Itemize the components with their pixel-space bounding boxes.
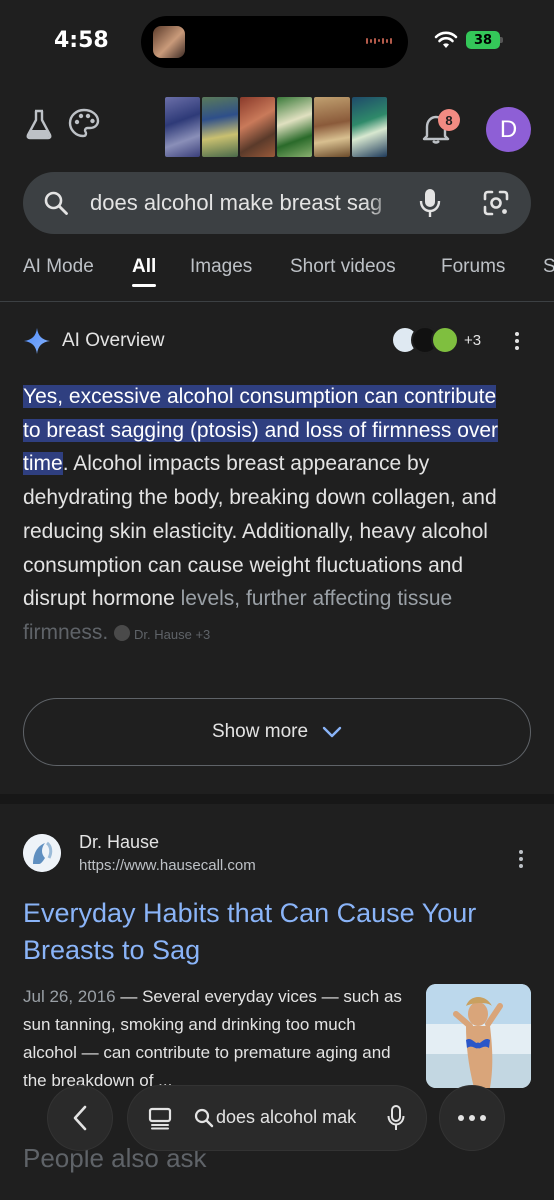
voice-search-mic-icon[interactable] (417, 187, 443, 219)
search-bar[interactable]: does alcohol make breast sag (23, 172, 531, 234)
source-count[interactable]: +3 (464, 332, 481, 349)
labs-flask-icon[interactable] (24, 108, 54, 140)
result-thumbnail[interactable] (426, 984, 531, 1088)
section-divider (0, 794, 554, 804)
search-tabs: AI Mode All Images Short videos Forums S (0, 252, 554, 302)
tab-ai-mode[interactable]: AI Mode (23, 256, 94, 278)
account-avatar[interactable]: D (486, 107, 531, 152)
tabs-overview-icon[interactable] (148, 1106, 172, 1130)
bottom-search-pill[interactable]: does alcohol mak (128, 1086, 426, 1150)
battery-indicator: 38 (466, 31, 500, 49)
result-url[interactable]: https://www.hausecall.com (79, 857, 256, 874)
result-date: Jul 26, 2016 (23, 987, 116, 1006)
mic-icon[interactable] (386, 1104, 406, 1132)
source-avatars[interactable] (391, 326, 461, 356)
chevron-left-icon (73, 1105, 87, 1131)
inline-source-chip[interactable]: Dr. Hause +3 (114, 624, 211, 642)
back-button[interactable] (48, 1086, 112, 1150)
tab-all[interactable]: All (132, 256, 156, 278)
ai-overview-more-icon[interactable] (513, 331, 521, 351)
google-lens-camera-icon[interactable] (482, 189, 510, 217)
inline-source-icon (114, 624, 131, 641)
tab-forums[interactable]: Forums (441, 256, 505, 278)
ai-sparkle-icon (24, 328, 50, 354)
battery-tip (500, 37, 503, 43)
more-horizontal-icon (458, 1115, 486, 1121)
google-doodle-logo[interactable] (165, 97, 387, 157)
notification-badge: 8 (438, 109, 460, 131)
dynamic-island[interactable] (141, 16, 408, 68)
more-options-button[interactable] (440, 1086, 504, 1150)
status-bar: 4:58 38 (0, 0, 554, 84)
ai-overview-header: AI Overview +3 (23, 326, 533, 356)
wifi-icon (434, 31, 458, 48)
chevron-down-icon (322, 726, 342, 738)
ai-overview-text: Yes, excessive alcohol consumption can c… (23, 380, 518, 652)
result-site-name[interactable]: Dr. Hause (79, 832, 159, 853)
result-title-link[interactable]: Everyday Habits that Can Cause Your Brea… (23, 895, 523, 969)
active-tab-indicator (132, 284, 156, 287)
result-snippet: Jul 26, 2016 — Several everyday vices — … (23, 983, 408, 1095)
site-logo-icon (23, 834, 61, 872)
thumbnail-image (426, 984, 531, 1088)
status-time: 4:58 (54, 28, 109, 53)
result-favicon[interactable] (23, 834, 61, 872)
search-icon (44, 191, 68, 215)
source-avatar-3 (431, 326, 459, 354)
search-input[interactable]: does alcohol make breast sag (90, 190, 402, 216)
palette-icon[interactable] (68, 108, 100, 138)
tab-overflow[interactable]: S (543, 256, 554, 278)
ai-overview-faded-2: firmness. (23, 620, 109, 644)
show-more-label: Show more (211, 721, 309, 742)
tab-images[interactable]: Images (190, 256, 252, 278)
tab-short-videos[interactable]: Short videos (290, 256, 396, 278)
show-more-button[interactable]: Show more (23, 698, 531, 766)
search-icon (194, 1108, 214, 1128)
bottom-search-query[interactable]: does alcohol mak (216, 1107, 366, 1128)
audio-wave-icon (366, 38, 392, 44)
ai-overview-title: AI Overview (62, 330, 165, 351)
inline-source-label: Dr. Hause +3 (134, 626, 211, 642)
now-playing-thumbnail (153, 26, 185, 58)
result-more-icon[interactable] (517, 849, 525, 869)
ai-overview-faded-1: levels, further affecting tissue (180, 587, 453, 611)
